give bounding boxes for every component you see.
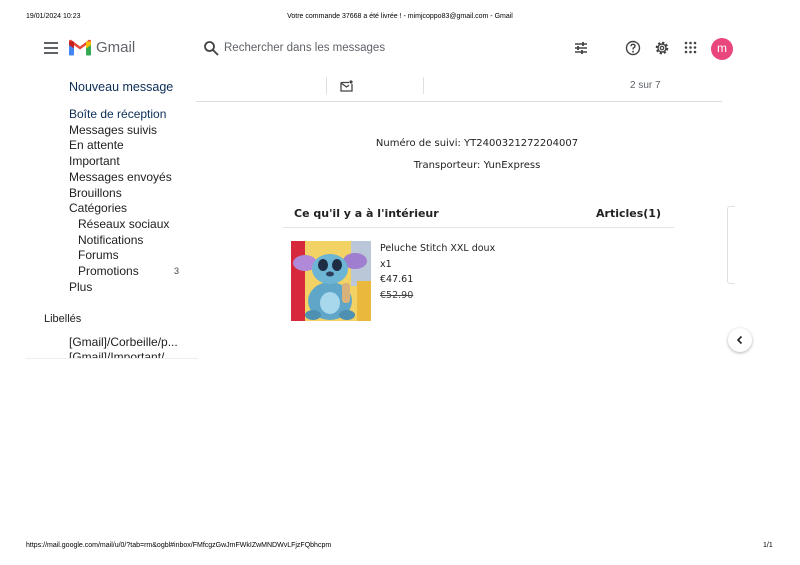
print-page-number: 1/1	[763, 542, 773, 549]
sidebar-item-drafts[interactable]: Brouillons	[69, 186, 122, 200]
product-image[interactable]	[291, 241, 371, 321]
compose-button[interactable]: Nouveau message	[69, 80, 173, 94]
sidebar-item-sent[interactable]: Messages envoyés	[69, 170, 172, 184]
gmail-logo-icon[interactable]	[69, 39, 91, 56]
articles-count: Articles(1)	[596, 207, 661, 220]
tracking-number: Numéro de suivi: YT2400321272204007	[375, 138, 579, 149]
sidebar-item-snoozed[interactable]: En attente	[69, 138, 124, 152]
search-options-icon[interactable]	[573, 40, 589, 56]
search-input[interactable]	[224, 39, 554, 57]
product-quantity: x1	[380, 259, 392, 270]
gmail-topbar: Gmail m	[0, 35, 800, 63]
account-avatar[interactable]: m	[711, 38, 733, 60]
sidebar-item-promotions[interactable]: Promotions	[78, 264, 139, 278]
google-apps-icon[interactable]	[684, 41, 697, 54]
settings-gear-icon[interactable]	[654, 40, 670, 56]
message-pager: 2 sur 7	[630, 80, 661, 91]
mark-unread-icon[interactable]	[340, 80, 353, 92]
sidebar-nav: Nouveau message Boîte de réception Messa…	[0, 76, 196, 359]
print-page-title: Votre commande 37668 a été livrée ! - mi…	[287, 13, 513, 20]
product-original-price: €52.90	[380, 290, 414, 301]
sidebar-item-inbox[interactable]: Boîte de réception	[69, 107, 166, 121]
sidebar-divider	[26, 358, 198, 359]
sidebar-item-categories[interactable]: Catégories	[69, 201, 127, 215]
product-name: Peluche Stitch XXL doux	[380, 243, 496, 254]
promotions-count-badge: 3	[174, 266, 180, 276]
label-item-trash[interactable]: [Gmail]/Corbeille/p...	[69, 335, 178, 349]
sidebar-item-updates[interactable]: Notifications	[78, 233, 143, 247]
side-panel-edge	[727, 206, 735, 284]
sidebar-item-forums[interactable]: Forums	[78, 248, 119, 262]
gmail-wordmark: Gmail	[96, 39, 136, 56]
sidebar-item-more[interactable]: Plus	[69, 280, 92, 294]
help-icon[interactable]	[625, 40, 641, 56]
print-header: 19/01/2024 10:23 Votre commande 37668 a …	[0, 13, 800, 25]
contents-header: Ce qu'il y a à l'intérieur Articles(1)	[283, 207, 674, 228]
print-footer-url: https://mail.google.com/mail/u/0/?tab=rm…	[26, 542, 332, 549]
toolbar-divider	[326, 77, 327, 94]
search-icon[interactable]	[203, 40, 219, 56]
carrier-name: Transporteur: YunExpress	[413, 160, 541, 171]
toolbar-divider	[423, 77, 424, 94]
collapse-panel-button[interactable]	[728, 328, 752, 352]
sidebar-item-social[interactable]: Réseaux sociaux	[78, 217, 169, 231]
product-price: €47.61	[380, 274, 414, 285]
message-toolbar: 2 sur 7	[196, 75, 722, 102]
contents-title: Ce qu'il y a à l'intérieur	[294, 207, 439, 220]
sidebar-item-important[interactable]: Important	[69, 154, 120, 168]
chevron-left-icon	[736, 335, 743, 345]
sidebar-item-starred[interactable]: Messages suivis	[69, 123, 157, 137]
hamburger-menu-icon[interactable]	[44, 42, 58, 54]
labels-heading: Libellés	[44, 313, 82, 325]
